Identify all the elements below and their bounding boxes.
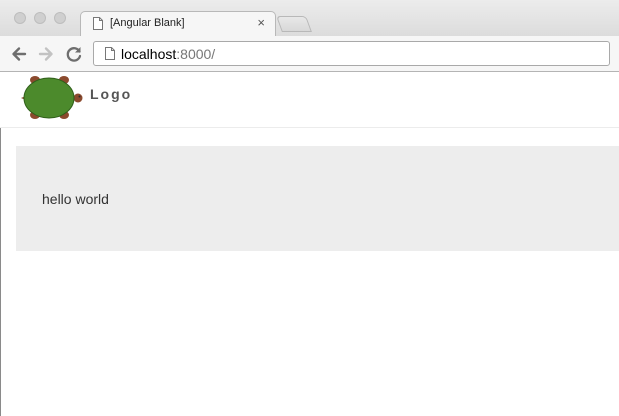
reload-icon[interactable] xyxy=(64,44,84,64)
address-text[interactable]: localhost:8000/ xyxy=(121,46,215,62)
arrow-right-icon[interactable] xyxy=(36,44,56,64)
browser-toolbar: localhost:8000/ xyxy=(0,36,619,72)
tab-title: [Angular Blank] xyxy=(110,17,185,29)
browser-tab-active[interactable]: [Angular Blank] × xyxy=(80,11,276,36)
app-header: Logo xyxy=(0,72,619,128)
tab-close-icon[interactable]: × xyxy=(257,15,265,30)
arrow-left-icon[interactable] xyxy=(9,44,29,64)
address-bar[interactable]: localhost:8000/ xyxy=(93,41,610,66)
window-zoom-dot[interactable] xyxy=(54,12,66,24)
window-minimize-dot[interactable] xyxy=(34,12,46,24)
page-icon xyxy=(105,47,115,60)
hello-message: hello world xyxy=(42,191,109,207)
browser-titlebar: [Angular Blank] × xyxy=(0,0,619,36)
turtle-logo-icon[interactable] xyxy=(20,74,86,122)
main-content-panel: hello world xyxy=(16,146,619,251)
page-icon xyxy=(93,17,103,30)
address-path: :8000/ xyxy=(176,46,216,62)
new-tab-button[interactable] xyxy=(276,16,312,32)
address-host: localhost xyxy=(121,46,177,62)
window-close-dot[interactable] xyxy=(14,12,26,24)
logo-text: Logo xyxy=(90,86,133,102)
